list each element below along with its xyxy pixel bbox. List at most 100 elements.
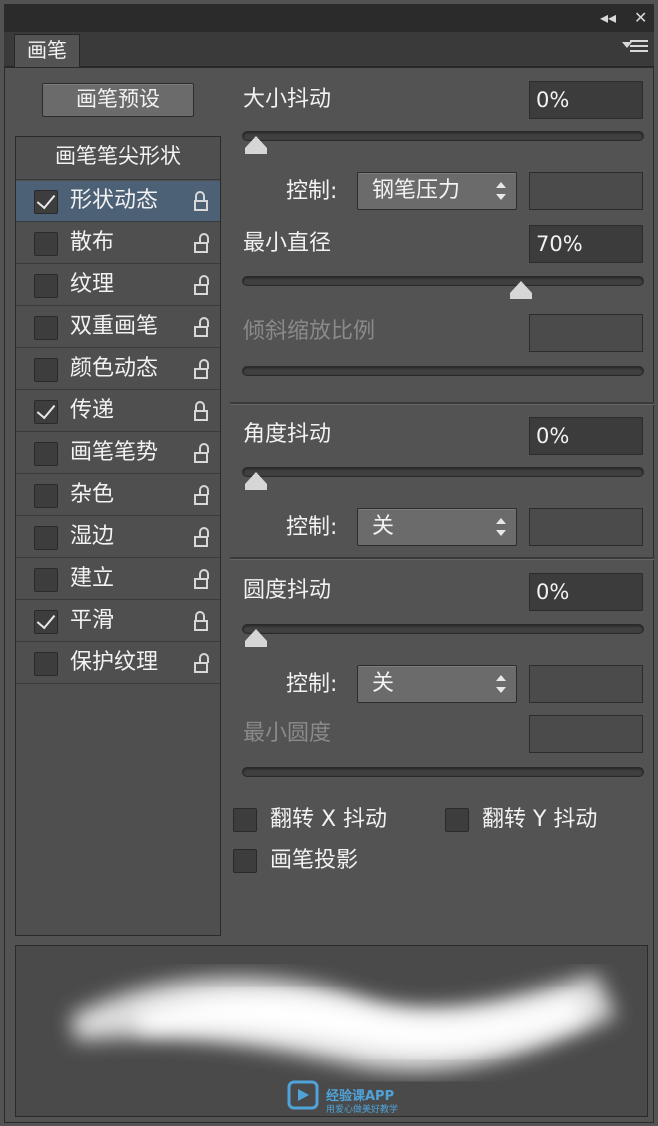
option-checkbox[interactable] xyxy=(34,568,58,592)
angle-control-extra-field xyxy=(529,508,643,546)
option-label: 平滑 xyxy=(70,608,115,633)
tilt-scale-slider xyxy=(242,366,644,376)
panel-menu-icon[interactable] xyxy=(622,40,648,58)
panel-header-bar: ◂◂ ✕ xyxy=(4,4,654,32)
option-label: 双重画笔 xyxy=(70,314,159,339)
flip-x-label: 翻转 X 抖动 xyxy=(270,807,388,832)
angle-jitter-value[interactable]: 0% xyxy=(529,417,643,455)
unlocked-icon[interactable] xyxy=(194,527,209,547)
flip-y-label: 翻转 Y 抖动 xyxy=(482,807,598,832)
option-row[interactable]: 湿边 xyxy=(16,517,220,558)
tilt-scale-label: 倾斜缩放比例 xyxy=(243,319,376,344)
lock-icon[interactable] xyxy=(194,401,208,421)
unlocked-icon[interactable] xyxy=(194,653,209,673)
roundness-control-select[interactable]: 关 xyxy=(357,665,517,703)
min-diameter-value[interactable]: 70% xyxy=(529,225,643,263)
size-jitter-slider[interactable] xyxy=(242,131,644,154)
option-label: 形状动态 xyxy=(70,188,159,213)
size-jitter-value[interactable]: 0% xyxy=(529,81,643,119)
angle-jitter-slider-thumb[interactable] xyxy=(245,472,267,490)
brush-projection-checkbox[interactable] xyxy=(233,849,257,873)
option-checkbox[interactable] xyxy=(34,484,58,508)
option-checkbox[interactable] xyxy=(34,610,58,634)
tab-brush[interactable]: 画笔 xyxy=(14,34,80,67)
roundness-jitter-slider[interactable] xyxy=(242,624,644,647)
option-checkbox[interactable] xyxy=(34,232,58,256)
unlocked-icon[interactable] xyxy=(194,233,209,253)
option-checkbox[interactable] xyxy=(34,400,58,424)
roundness-jitter-label: 圆度抖动 xyxy=(243,578,332,603)
option-label: 颜色动态 xyxy=(70,356,159,381)
option-checkbox[interactable] xyxy=(34,442,58,466)
option-checkbox[interactable] xyxy=(34,652,58,676)
control-label: 控制: xyxy=(286,672,338,697)
select-arrows-icon xyxy=(496,518,506,538)
brush-tip-shape-item[interactable]: 画笔笔尖形状 xyxy=(16,137,220,180)
option-label: 杂色 xyxy=(70,482,115,507)
angle-jitter-label: 角度抖动 xyxy=(243,422,332,447)
option-row[interactable]: 颜色动态 xyxy=(16,349,220,390)
option-row[interactable]: 散布 xyxy=(16,223,220,264)
angle-jitter-slider[interactable] xyxy=(242,467,644,490)
angle-control-value: 关 xyxy=(372,514,395,539)
close-icon[interactable]: ✕ xyxy=(634,8,647,27)
option-row[interactable]: 画笔笔势 xyxy=(16,433,220,474)
option-checkbox[interactable] xyxy=(34,274,58,298)
option-checkbox[interactable] xyxy=(34,358,58,382)
roundness-jitter-slider-thumb[interactable] xyxy=(245,629,267,647)
watermark-subtitle: 用爱心做美好教学 xyxy=(326,1105,399,1115)
size-control-value: 钢笔压力 xyxy=(372,178,461,203)
unlocked-icon[interactable] xyxy=(194,485,209,505)
collapse-icon[interactable]: ◂◂ xyxy=(600,8,616,27)
size-jitter-label: 大小抖动 xyxy=(243,87,332,112)
flip-x-checkbox[interactable] xyxy=(233,808,257,832)
min-roundness-slider xyxy=(242,767,644,777)
brush-preset-button[interactable]: 画笔预设 xyxy=(42,83,194,117)
option-row[interactable]: 平滑 xyxy=(16,601,220,642)
select-arrows-icon xyxy=(496,182,506,202)
option-label: 传递 xyxy=(70,398,115,423)
option-label: 纹理 xyxy=(70,272,115,297)
option-row[interactable]: 形状动态 xyxy=(16,181,220,222)
option-label: 保护纹理 xyxy=(70,650,159,675)
min-diameter-slider[interactable] xyxy=(242,276,644,299)
brush-projection-label: 画笔投影 xyxy=(270,848,359,873)
option-row[interactable]: 双重画笔 xyxy=(16,307,220,348)
tilt-scale-value xyxy=(529,314,643,352)
control-label: 控制: xyxy=(286,515,338,540)
tab-bar: 画笔 xyxy=(4,32,654,67)
min-diameter-label: 最小直径 xyxy=(243,231,332,256)
roundness-jitter-value[interactable]: 0% xyxy=(529,573,643,611)
section-divider xyxy=(230,557,654,560)
roundness-control-extra-field xyxy=(529,665,643,703)
option-checkbox[interactable] xyxy=(34,190,58,214)
option-label: 湿边 xyxy=(70,524,115,549)
app-logo-icon xyxy=(287,1080,319,1110)
option-row[interactable]: 杂色 xyxy=(16,475,220,516)
lock-icon[interactable] xyxy=(194,191,208,211)
control-label: 控制: xyxy=(286,179,338,204)
flip-y-checkbox[interactable] xyxy=(445,808,469,832)
unlocked-icon[interactable] xyxy=(194,359,209,379)
option-checkbox[interactable] xyxy=(34,526,58,550)
option-label: 散布 xyxy=(70,230,115,255)
size-jitter-slider-thumb[interactable] xyxy=(245,136,267,154)
option-row[interactable]: 建立 xyxy=(16,559,220,600)
option-row[interactable]: 保护纹理 xyxy=(16,643,220,684)
option-label: 画笔笔势 xyxy=(70,440,159,465)
unlocked-icon[interactable] xyxy=(194,317,209,337)
roundness-control-value: 关 xyxy=(372,671,395,696)
unlocked-icon[interactable] xyxy=(194,569,209,589)
option-row[interactable]: 纹理 xyxy=(16,265,220,306)
min-roundness-value xyxy=(529,715,643,753)
select-arrows-icon xyxy=(496,675,506,695)
option-checkbox[interactable] xyxy=(34,316,58,340)
size-control-select[interactable]: 钢笔压力 xyxy=(357,172,517,210)
unlocked-icon[interactable] xyxy=(194,275,209,295)
option-label: 建立 xyxy=(70,566,115,591)
min-diameter-slider-thumb[interactable] xyxy=(509,281,532,299)
lock-icon[interactable] xyxy=(194,611,208,631)
angle-control-select[interactable]: 关 xyxy=(357,508,517,546)
option-row[interactable]: 传递 xyxy=(16,391,220,432)
unlocked-icon[interactable] xyxy=(194,443,209,463)
